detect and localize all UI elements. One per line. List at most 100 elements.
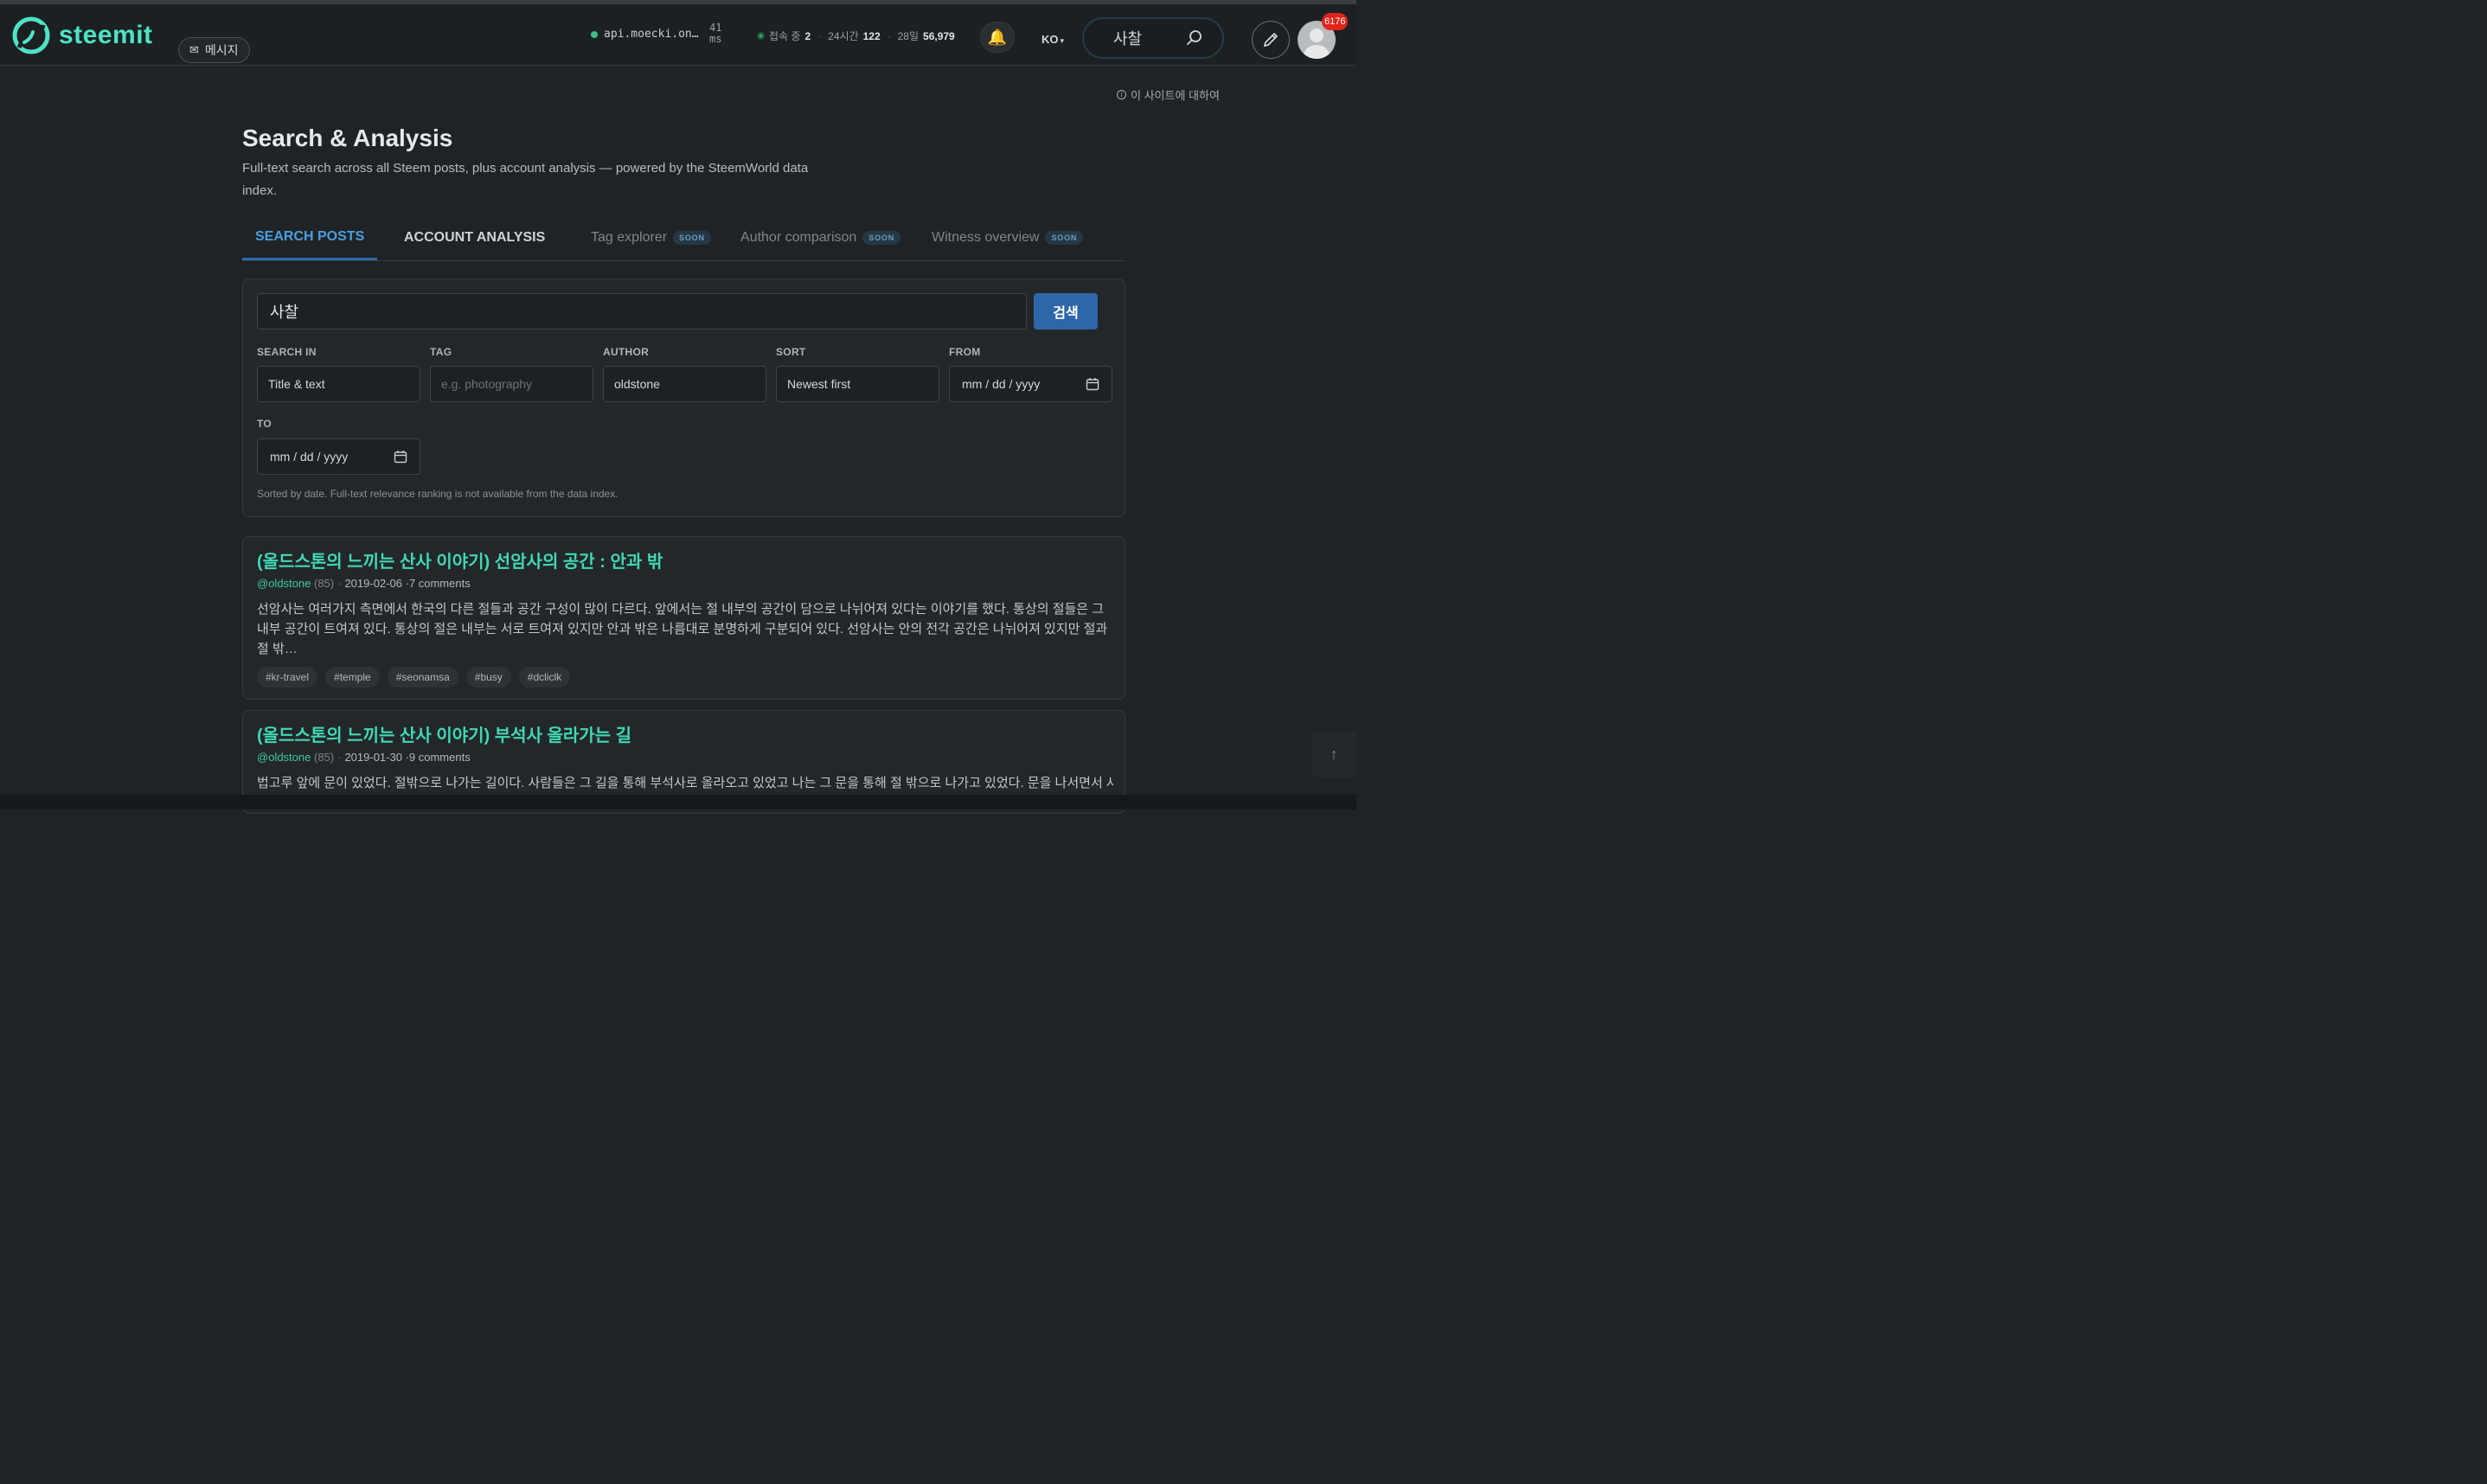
write-post-button[interactable] — [1252, 21, 1290, 59]
tab-author-comparison[interactable]: Author comparison SOON — [740, 216, 901, 259]
stats-separator: · — [887, 29, 891, 42]
result-meta: @oldstone (85) · 2019-01-30 ·9 comments — [257, 751, 471, 764]
tag-placeholder: e.g. photography — [441, 377, 533, 391]
tab-label: Witness overview — [932, 230, 1040, 245]
sort-label: SORT — [776, 346, 806, 358]
tab-search-posts[interactable]: SEARCH POSTS — [242, 216, 378, 260]
tag-chip[interactable]: #seonamsa — [387, 667, 458, 688]
result-author-link[interactable]: @oldstone — [257, 751, 311, 764]
steemit-logo-icon — [12, 16, 50, 54]
result-author-link[interactable]: @oldstone — [257, 577, 311, 590]
search-in-label: SEARCH IN — [257, 346, 317, 358]
top-navigation-bar: steemit ✉ 메시지 api.moecki.on… 41 ms 접속 중 … — [0, 4, 1356, 66]
tab-witness-overview[interactable]: Witness overview SOON — [932, 216, 1084, 259]
header-search-query: 사찰 — [1113, 30, 1143, 48]
result-comments: ·9 comments — [405, 751, 471, 764]
about-site-label: 이 사이트에 대하여 — [1131, 89, 1220, 102]
to-date-placeholder: mm / dd / yyyy — [270, 450, 349, 464]
tab-account-analysis[interactable]: ACCOUNT ANALYSIS — [404, 216, 545, 259]
search-form-panel: 사찰 검색 SEARCH IN Title & text TAG e.g. ph… — [242, 278, 1125, 517]
search-submit-button[interactable]: 검색 — [1034, 293, 1098, 329]
language-value: KO — [1042, 33, 1059, 46]
tag-chip[interactable]: #kr-travel — [257, 667, 318, 688]
result-title-link[interactable]: (올드스톤의 느끼는 산사 이야기) 선암사의 공간 : 안과 밖 — [257, 547, 663, 572]
calendar-icon[interactable] — [394, 450, 407, 464]
author-reputation: (85) — [313, 751, 335, 764]
about-site-link[interactable]: i 이 사이트에 대하여 — [1117, 86, 1220, 103]
node-status-dot-icon — [591, 30, 598, 38]
online-count: 2 — [804, 29, 811, 42]
page-title: Search & Analysis — [242, 125, 453, 151]
notifications-bell-icon[interactable]: 🔔 — [980, 22, 1015, 53]
messages-button[interactable]: ✉ 메시지 — [178, 37, 250, 63]
envelope-icon: ✉ — [189, 43, 199, 56]
steemit-logo[interactable]: steemit — [12, 16, 153, 54]
search-query-input[interactable]: 사찰 — [257, 293, 1027, 329]
result-excerpt: 법고루 앞에 문이 있었다. 절밖으로 나가는 길이다. 사람들은 그 길을 통… — [257, 776, 1113, 790]
sort-value: Newest first — [787, 377, 851, 391]
chevron-down-icon: ▾ — [1060, 36, 1065, 45]
notification-count-badge: 6176 — [1322, 13, 1349, 30]
visitor-stats: 접속 중 2 · 24시간 122 · 28일 56,979 — [757, 29, 955, 43]
tab-label: Tag explorer — [591, 230, 668, 245]
result-date: 2019-02-06 — [344, 577, 402, 590]
pencil-icon — [1263, 32, 1279, 48]
calendar-icon[interactable] — [1086, 377, 1099, 391]
soon-badge: SOON — [673, 231, 711, 245]
tag-chip[interactable]: #busy — [465, 667, 511, 688]
stats-separator: · — [817, 29, 822, 42]
tag-chip[interactable]: #dcliclk — [518, 667, 571, 688]
author-label: AUTHOR — [603, 346, 650, 358]
search-in-select[interactable]: Title & text — [257, 366, 420, 402]
result-date: 2019-01-30 — [344, 751, 402, 764]
soon-badge: SOON — [1045, 231, 1084, 245]
sort-select[interactable]: Newest first — [776, 366, 939, 402]
from-date-input[interactable]: mm / dd / yyyy — [949, 366, 1112, 402]
from-label: FROM — [949, 346, 981, 358]
day-label: 24시간 — [828, 30, 859, 42]
scroll-to-top-button[interactable]: ↑ — [1311, 731, 1356, 777]
author-reputation: (85) — [313, 577, 335, 590]
result-title-link[interactable]: (올드스톤의 느끼는 산사 이야기) 부석사 올라가는 길 — [257, 721, 631, 746]
messages-label: 메시지 — [204, 43, 239, 57]
latency-unit: ms — [709, 33, 722, 45]
search-in-value: Title & text — [268, 377, 325, 391]
api-node-status[interactable]: api.moecki.on… — [591, 28, 699, 41]
online-label: 접속 중 — [769, 30, 801, 42]
window-bottom-bar — [0, 795, 1356, 809]
api-node-name: api.moecki.on… — [604, 28, 699, 41]
page-subtitle: Full-text search across all Steem posts,… — [242, 161, 809, 198]
search-icon[interactable] — [1186, 29, 1203, 47]
arrow-up-icon: ↑ — [1330, 745, 1338, 763]
from-date-placeholder: mm / dd / yyyy — [962, 377, 1041, 391]
sort-note: Sorted by date. Full-text relevance rank… — [257, 488, 619, 500]
author-value: oldstone — [614, 377, 660, 391]
tab-tag-explorer[interactable]: Tag explorer SOON — [591, 216, 711, 259]
search-query-value: 사찰 — [270, 304, 299, 321]
tag-input[interactable]: e.g. photography — [430, 366, 593, 402]
to-date-input[interactable]: mm / dd / yyyy — [257, 438, 420, 475]
analysis-tabs: SEARCH POSTS ACCOUNT ANALYSIS Tag explor… — [242, 216, 1125, 261]
online-indicator-icon — [757, 32, 765, 40]
info-icon: i — [1117, 90, 1126, 99]
result-excerpt: 선암사는 여러가지 측면에서 한국의 다른 절들과 공간 구성이 많이 다르다.… — [257, 602, 1108, 656]
result-meta: @oldstone (85) · 2019-02-06 ·7 comments — [257, 577, 471, 590]
header-search-box[interactable]: 사찰 — [1082, 17, 1224, 59]
language-selector[interactable]: KO ▾ — [1042, 33, 1064, 46]
tab-label: SEARCH POSTS — [255, 229, 365, 244]
tag-label: TAG — [430, 346, 452, 358]
result-comments: ·7 comments — [405, 577, 471, 590]
soon-badge: SOON — [862, 231, 901, 245]
result-tags: #kr-travel #temple #seonamsa #busy #dcli… — [257, 667, 578, 688]
to-label: TO — [257, 418, 272, 430]
author-input[interactable]: oldstone — [603, 366, 766, 402]
result-card: (올드스톤의 느끼는 산사 이야기) 선암사의 공간 : 안과 밖 @oldst… — [242, 536, 1125, 700]
latency-readout: 41 ms — [709, 22, 721, 45]
month-label: 28일 — [897, 30, 920, 42]
tag-chip[interactable]: #temple — [325, 667, 380, 688]
tab-label: ACCOUNT ANALYSIS — [404, 230, 546, 245]
day-count: 122 — [862, 29, 881, 42]
tab-label: Author comparison — [740, 230, 857, 245]
month-count: 56,979 — [923, 29, 955, 42]
logo-wordmark: steemit — [59, 21, 153, 49]
